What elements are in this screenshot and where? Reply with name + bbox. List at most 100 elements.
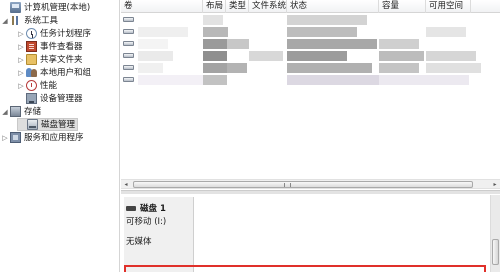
disk-type-label: 可移动 (I:): [126, 217, 167, 227]
scroll-left-arrow-icon[interactable]: ◂: [121, 180, 131, 189]
tree-item-performance[interactable]: ▷ 性能: [17, 79, 59, 92]
blurred-cell: [379, 39, 419, 49]
tree-item-local-users[interactable]: ▷ 本地用户和组: [17, 66, 93, 79]
system-tools-icon: [10, 15, 21, 26]
tree-item-label: 存储: [24, 106, 42, 117]
tree-item-event-viewer[interactable]: ▷ 事件查看器: [17, 40, 85, 53]
volume-row[interactable]: [121, 15, 500, 25]
tree-item-label: 计算机管理(本地): [24, 2, 91, 13]
tree-item-storage[interactable]: ◢ 存储: [1, 105, 43, 118]
expand-arrow-icon[interactable]: ▷: [17, 67, 25, 79]
pane-splitter[interactable]: [121, 190, 500, 194]
storage-icon: [10, 106, 21, 117]
tree-item-shared-folders[interactable]: ▷ 共享文件夹: [17, 53, 85, 66]
blurred-cell: [203, 63, 227, 73]
navigation-tree: 计算机管理(本地) ◢ 系统工具 ▷ 任务计划程序 ▷ 事件查看器 ▷ 共享文件…: [0, 0, 120, 272]
expand-arrow-icon[interactable]: ▷: [17, 41, 25, 53]
volume-row[interactable]: [121, 27, 500, 37]
volume-row[interactable]: [121, 75, 500, 85]
blurred-cell: [203, 51, 227, 61]
blurred-cell: [138, 51, 173, 61]
tree-item-computer-management[interactable]: 计算机管理(本地): [1, 1, 92, 14]
volume-list-header: 卷 布局 类型 文件系统 状态 容量 可用空间: [121, 0, 500, 13]
performance-icon: [26, 80, 37, 91]
disk-title-row: 磁盘 1: [126, 202, 166, 214]
volume-row[interactable]: [121, 39, 500, 49]
collapse-arrow-icon[interactable]: ◢: [1, 15, 9, 27]
tree-item-label: 任务计划程序: [40, 28, 92, 39]
blurred-cell: [426, 63, 481, 73]
disk-layout-pane: 磁盘 1 可移动 (I:) 无媒体: [121, 195, 500, 272]
volume-icon: [123, 41, 134, 46]
volume-icon: [123, 77, 134, 82]
highlight-annotation: [124, 265, 486, 272]
blurred-cell: [227, 63, 247, 73]
vertical-scroll-thumb[interactable]: [492, 239, 499, 265]
tree-item-task-scheduler[interactable]: ▷ 任务计划程序: [17, 27, 93, 40]
tree-item-system-tools[interactable]: ◢ 系统工具: [1, 14, 60, 27]
device-manager-icon: [26, 93, 37, 104]
services-icon: [10, 132, 21, 143]
blurred-cell: [379, 51, 424, 61]
tree-item-device-manager[interactable]: 设备管理器: [17, 92, 85, 105]
disk-partition-area[interactable]: [195, 197, 485, 272]
expand-arrow-icon[interactable]: ▷: [17, 54, 25, 66]
volume-row[interactable]: [121, 51, 500, 61]
blurred-cell: [203, 39, 227, 49]
blurred-cell: [379, 63, 419, 73]
blurred-cell: [227, 39, 249, 49]
blurred-cell: [426, 27, 466, 37]
column-header-status[interactable]: 状态: [287, 0, 379, 13]
blurred-cell: [138, 27, 188, 37]
column-header-free-space[interactable]: 可用空间: [426, 0, 471, 13]
grip-icon: [284, 183, 291, 187]
tree-item-disk-management[interactable]: 磁盘管理: [17, 118, 79, 131]
disk-media-status: 无媒体: [126, 237, 152, 247]
vertical-scrollbar[interactable]: [490, 195, 500, 272]
tree-item-label: 事件查看器: [40, 41, 83, 52]
column-header-type[interactable]: 类型: [226, 0, 249, 13]
horizontal-scroll-thumb[interactable]: [133, 181, 473, 188]
blurred-cell: [203, 15, 223, 25]
volume-row[interactable]: [121, 63, 500, 73]
disk-title: 磁盘 1: [140, 204, 166, 214]
expand-arrow-icon[interactable]: ▷: [1, 132, 9, 144]
collapse-arrow-icon[interactable]: ◢: [1, 106, 9, 118]
tree-item-label: 服务和应用程序: [24, 132, 84, 143]
task-scheduler-icon: [26, 28, 37, 39]
tree-item-label: 性能: [40, 80, 58, 91]
blurred-cell: [287, 15, 367, 25]
disk-icon: [27, 119, 38, 130]
column-header-filesystem[interactable]: 文件系统: [249, 0, 287, 13]
blurred-cell: [138, 39, 168, 49]
column-header-layout[interactable]: 布局: [203, 0, 226, 13]
disk-info-panel[interactable]: 磁盘 1 可移动 (I:) 无媒体: [124, 197, 194, 272]
removable-disk-icon: [126, 205, 136, 211]
blurred-cell: [287, 51, 347, 61]
local-users-icon: [26, 67, 37, 78]
column-header-volume[interactable]: 卷: [121, 0, 203, 13]
blurred-cell: [426, 51, 476, 61]
blurred-cell: [379, 75, 469, 85]
tree-item-label: 磁盘管理: [41, 119, 76, 130]
computer-management-window: 计算机管理(本地) ◢ 系统工具 ▷ 任务计划程序 ▷ 事件查看器 ▷ 共享文件…: [0, 0, 500, 272]
main-pane: 卷 布局 类型 文件系统 状态 容量 可用空间 ◂ ▸ 磁盘 1 可移动 (I:…: [121, 0, 500, 272]
volume-icon: [123, 29, 134, 34]
blurred-cell: [287, 39, 377, 49]
blurred-cell: [138, 75, 203, 85]
volume-icon: [123, 53, 134, 58]
volume-icon: [123, 65, 134, 70]
volume-icon: [123, 17, 134, 22]
horizontal-scrollbar[interactable]: ◂ ▸: [121, 179, 500, 189]
expand-arrow-icon[interactable]: ▷: [17, 80, 25, 92]
blurred-cell: [138, 63, 163, 73]
tree-item-services-applications[interactable]: ▷ 服务和应用程序: [1, 131, 86, 144]
column-header-capacity[interactable]: 容量: [379, 0, 426, 13]
shared-folder-icon: [26, 54, 37, 65]
expand-arrow-icon[interactable]: ▷: [17, 28, 25, 40]
blurred-cell: [203, 75, 227, 85]
tree-item-label: 设备管理器: [40, 93, 83, 104]
computer-management-icon: [10, 2, 21, 13]
blurred-cell: [287, 27, 357, 37]
scroll-right-arrow-icon[interactable]: ▸: [490, 180, 500, 189]
